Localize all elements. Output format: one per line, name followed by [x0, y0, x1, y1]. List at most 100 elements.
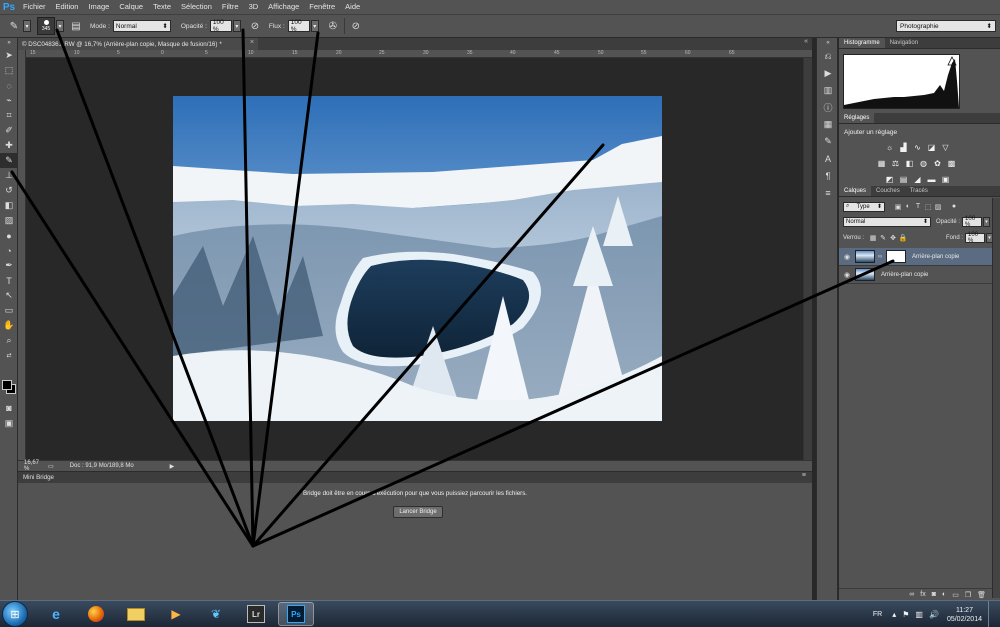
exposure-icon[interactable]: ◪: [927, 143, 936, 152]
quick-selection-tool-icon[interactable]: ⌁: [0, 93, 18, 108]
brush-presets-icon[interactable]: ▦: [817, 116, 839, 133]
panel-menu-icon[interactable]: ≡: [802, 472, 806, 479]
invert-icon[interactable]: ◩: [885, 175, 894, 184]
swap-colors-icon[interactable]: ⇄: [0, 348, 18, 362]
pressure-size-icon[interactable]: ⊘: [348, 18, 364, 34]
marquee-tool-icon[interactable]: ⬚: [0, 63, 18, 78]
status-menu-arrow-icon[interactable]: ▶: [170, 463, 175, 470]
hue-saturation-icon[interactable]: ▦: [877, 159, 886, 168]
tab-histogram[interactable]: Histogramme: [839, 38, 885, 48]
photoshop-taskbar-button[interactable]: Ps: [278, 602, 314, 626]
clone-stamp-tool-icon[interactable]: ⊥: [0, 168, 18, 183]
crop-tool-icon[interactable]: ⌗: [0, 108, 18, 123]
filter-pixel-icon[interactable]: ▣: [893, 203, 903, 211]
fill-input[interactable]: 100 %: [965, 232, 986, 244]
menu-calque[interactable]: Calque: [114, 0, 148, 14]
tab-channels[interactable]: Couches: [871, 186, 905, 196]
layer-name[interactable]: Arrière-plan copie: [881, 272, 928, 278]
blend-mode-select[interactable]: Normal ⬍: [843, 216, 931, 227]
canvas-area[interactable]: [26, 58, 812, 460]
quick-mask-icon[interactable]: ◙: [0, 400, 18, 415]
menu-selection[interactable]: Sélection: [176, 0, 217, 14]
layer-row[interactable]: ◉ Arrière-plan copie: [839, 266, 992, 284]
new-group-icon[interactable]: ▭: [952, 591, 959, 599]
link-icon[interactable]: ∞: [877, 254, 883, 260]
rectangle-tool-icon[interactable]: ▭: [0, 303, 18, 318]
menu-affichage[interactable]: Affichage: [263, 0, 304, 14]
menu-fenetre[interactable]: Fenêtre: [304, 0, 340, 14]
lock-all-icon[interactable]: 🔒: [898, 234, 908, 242]
flow-slider-dropdown[interactable]: ▾: [310, 20, 319, 32]
document-photo[interactable]: [173, 96, 662, 421]
info-icon[interactable]: ⓘ: [817, 99, 839, 116]
path-selection-tool-icon[interactable]: ↖: [0, 288, 18, 303]
tab-layers[interactable]: Calques: [839, 186, 872, 196]
show-desktop-button[interactable]: [988, 601, 996, 627]
color-icon[interactable]: ▥: [817, 82, 839, 99]
mode-select[interactable]: Normal ⬍: [112, 20, 171, 32]
firefox-taskbar-button[interactable]: [78, 602, 114, 626]
panel-menu-icon[interactable]: «: [804, 38, 808, 45]
color-balance-icon[interactable]: ⚖: [891, 159, 900, 168]
show-hidden-icons-icon[interactable]: ▴: [892, 610, 896, 619]
filter-smart-object-icon[interactable]: ▨: [933, 203, 943, 211]
vibrance-icon[interactable]: ▽: [941, 143, 950, 152]
black-white-icon[interactable]: ◧: [905, 159, 914, 168]
menu-aide[interactable]: Aide: [340, 0, 365, 14]
healing-brush-tool-icon[interactable]: ✚: [0, 138, 18, 153]
status-info-icon[interactable]: ▭: [48, 463, 54, 470]
menu-3d[interactable]: 3D: [244, 0, 264, 14]
posterize-icon[interactable]: ▤: [899, 175, 908, 184]
panel-scrollbar[interactable]: [992, 198, 1000, 598]
eyedropper-tool-icon[interactable]: ✐: [0, 123, 18, 138]
vertical-scrollbar[interactable]: [803, 58, 812, 460]
workspace-select[interactable]: Photographie ⬍: [896, 20, 996, 32]
foreground-color-swatch[interactable]: [2, 380, 12, 390]
layer-style-icon[interactable]: fx: [920, 591, 925, 598]
menu-edition[interactable]: Edition: [51, 0, 84, 14]
threshold-icon[interactable]: ◢: [913, 175, 922, 184]
pressure-opacity-icon[interactable]: ⊘: [247, 18, 263, 34]
brush-panel-icon[interactable]: ▤: [68, 18, 84, 34]
horizontal-ruler[interactable]: 15 10 5 0 5 10 15 20 25 30 35 40 45 50 55 60 65: [26, 50, 812, 58]
opacity-input[interactable]: 100 %: [209, 19, 232, 33]
brush-tool-preset-icon[interactable]: ✎: [6, 18, 22, 34]
type-tool-icon[interactable]: T: [0, 273, 18, 288]
menu-image[interactable]: Image: [83, 0, 114, 14]
pen-tool-icon[interactable]: ✒: [0, 258, 18, 273]
close-icon[interactable]: ×: [250, 39, 254, 46]
brush-size-picker[interactable]: 345: [37, 17, 55, 35]
layer-filter-select[interactable]: ⌕ Type ⬍: [843, 201, 885, 212]
brush-tool-icon[interactable]: ✎: [0, 153, 18, 168]
link-layers-icon[interactable]: ∞: [909, 591, 914, 598]
brightness-icon[interactable]: ☼: [885, 143, 894, 152]
tools-collapse-icon[interactable]: »: [0, 38, 18, 48]
screen-mode-icon[interactable]: ▣: [0, 416, 18, 431]
layer-opacity-dropdown[interactable]: ▾: [983, 216, 991, 227]
explorer-taskbar-button[interactable]: [118, 602, 154, 626]
opacity-slider-dropdown[interactable]: ▾: [232, 20, 241, 32]
zoom-tool-icon[interactable]: ⌕: [0, 333, 18, 348]
flag-icon[interactable]: ⚑: [902, 610, 909, 619]
history-brush-tool-icon[interactable]: ↺: [0, 183, 18, 198]
layer-mask-thumbnail[interactable]: [886, 250, 906, 263]
lock-position-icon[interactable]: ✥: [888, 234, 898, 242]
move-tool-icon[interactable]: ➤: [0, 48, 18, 63]
eraser-tool-icon[interactable]: ◧: [0, 198, 18, 213]
filter-type-icon[interactable]: T: [913, 203, 923, 210]
clock[interactable]: 11:27 05/02/2014: [947, 606, 982, 624]
airbrush-icon[interactable]: ✇: [325, 18, 341, 34]
eye-icon[interactable]: ◉: [839, 271, 855, 279]
media-player-taskbar-button[interactable]: ▶: [158, 602, 194, 626]
selective-color-icon[interactable]: ▣: [941, 175, 950, 184]
internet-explorer-taskbar-button[interactable]: e: [38, 602, 74, 626]
paragraph-icon[interactable]: ¶: [817, 167, 839, 184]
curves-icon[interactable]: ∿: [913, 143, 922, 152]
document-tab[interactable]: © DSC04836.ARW @ 16,7% (Arrière-plan cop…: [18, 38, 258, 50]
tab-navigation[interactable]: Navigation: [885, 38, 923, 48]
layer-thumbnail[interactable]: [855, 250, 875, 263]
lightroom-taskbar-button[interactable]: Lr: [238, 602, 274, 626]
launch-bridge-button[interactable]: Lancer Bridge: [393, 506, 443, 518]
layer-opacity-input[interactable]: 100 %: [962, 216, 983, 228]
character-icon[interactable]: A: [817, 150, 839, 167]
